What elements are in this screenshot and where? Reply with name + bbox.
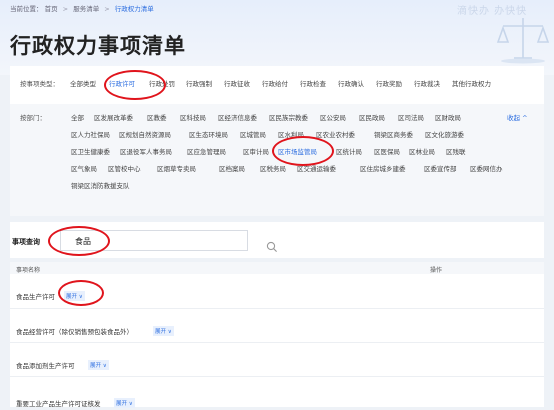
dept-option[interactable]: 区科技局 <box>180 112 206 122</box>
dept-option[interactable]: 区应急管理局 <box>187 146 226 156</box>
type-option-enforcement[interactable]: 行政强制 <box>186 78 212 88</box>
dept-filter-row: 按部门： 全部 区发展改革委 区教委 区科技局 区经济信息委 区民族宗教委 区公… <box>10 104 544 216</box>
dept-option[interactable]: 区规划自然资源局 <box>119 129 171 139</box>
search-icon[interactable] <box>266 241 278 253</box>
dept-option[interactable]: 全部 <box>71 112 84 122</box>
dept-option[interactable]: 区林业局 <box>409 146 435 156</box>
search-input-value: 食品 <box>75 237 91 246</box>
collapse-toggle[interactable]: 收起 ^ <box>507 112 528 122</box>
type-filter-label: 按事项类型： <box>20 80 59 88</box>
dept-option[interactable]: 区民族宗教委 <box>269 112 308 122</box>
table-row: 重要工业产品生产许可证核发 展开 ∨ <box>10 376 544 410</box>
dept-option[interactable]: 区住房城乡建委 <box>360 163 406 173</box>
type-option-payment[interactable]: 行政给付 <box>262 78 288 88</box>
dept-option[interactable]: 区医保局 <box>374 146 400 156</box>
type-option-penalty[interactable]: 行政处罚 <box>149 78 175 88</box>
dept-option[interactable]: 区公安局 <box>320 112 346 122</box>
item-name[interactable]: 食品添加剂生产许可 <box>16 360 75 370</box>
dept-option[interactable]: 区司法局 <box>398 112 424 122</box>
dept-filter-label: 按部门： <box>20 114 46 122</box>
dept-option[interactable]: 区人力社保局 <box>71 129 110 139</box>
table-row: 食品生产许可 展开 ∨ <box>10 274 544 309</box>
type-option-levy[interactable]: 行政征收 <box>224 78 250 88</box>
dept-option[interactable]: 区卫生健康委 <box>71 146 110 156</box>
page-title: 行政权力事项清单 <box>10 34 186 58</box>
expand-button[interactable]: 展开 ∨ <box>153 326 174 336</box>
dept-option[interactable]: 区审计局 <box>243 146 269 156</box>
breadcrumb-separator: > <box>104 5 110 13</box>
dept-option[interactable]: 区农业农村委 <box>316 129 355 139</box>
type-option-inspection[interactable]: 行政检查 <box>300 78 326 88</box>
dept-option-market-regulation[interactable]: 区市场监管局 <box>278 146 317 156</box>
dept-option[interactable]: 铜梁区消防救援支队 <box>71 180 130 190</box>
dept-option[interactable]: 区民政局 <box>359 112 385 122</box>
dept-option[interactable]: 区退役军人事务局 <box>120 146 172 156</box>
item-name[interactable]: 食品生产许可 <box>16 291 55 301</box>
column-header-name: 事项名称 <box>16 267 41 274</box>
search-input[interactable]: 食品 <box>60 230 277 252</box>
dept-option[interactable]: 区烟草专卖局 <box>157 163 196 173</box>
type-option-confirmation[interactable]: 行政确认 <box>338 78 364 88</box>
dept-option[interactable]: 区生态环境局 <box>189 129 228 139</box>
type-option-all[interactable]: 全部类型 <box>70 78 96 88</box>
column-header-action: 操作 <box>430 267 443 274</box>
type-option-reward[interactable]: 行政奖励 <box>376 78 402 88</box>
breadcrumb-service[interactable]: 服务清单 <box>73 5 99 13</box>
dept-option[interactable]: 区文化旅游委 <box>425 129 464 139</box>
dept-option[interactable]: 区交通运输委 <box>297 163 336 173</box>
dept-option[interactable]: 区水利局 <box>278 129 304 139</box>
dept-option[interactable]: 区经济信息委 <box>218 112 257 122</box>
dept-option[interactable]: 区气象局 <box>71 163 97 173</box>
expand-button[interactable]: 展开 ∨ <box>88 360 109 370</box>
dept-option[interactable]: 区统计局 <box>336 146 362 156</box>
dept-option[interactable]: 区财政局 <box>435 112 461 122</box>
dept-option[interactable]: 区教委 <box>147 112 167 122</box>
table-row: 食品添加剂生产许可 展开 ∨ <box>10 342 544 377</box>
search-bar: 事项查询 食品 <box>10 222 544 258</box>
table-header: 事项名称 操作 <box>10 262 544 274</box>
dept-option[interactable]: 区委宣传部 <box>424 163 457 173</box>
dept-option[interactable]: 区税务局 <box>260 163 286 173</box>
breadcrumb-separator: > <box>62 5 69 13</box>
breadcrumb: 当前位置： 首页 > 服务清单 > 行政权力清单 <box>10 3 154 13</box>
type-option-other[interactable]: 其他行政权力 <box>452 78 491 88</box>
dept-option[interactable]: 铜梁区商务委 <box>374 129 413 139</box>
dept-option[interactable]: 区委网信办 <box>470 163 503 173</box>
expand-button[interactable]: 展开 ∨ <box>64 291 85 301</box>
page-header: 当前位置： 首页 > 服务清单 > 行政权力清单 滴快办 办快快 行政权力事项清… <box>0 0 554 75</box>
dept-option[interactable]: 区残联 <box>446 146 466 156</box>
filter-panel: 按事项类型： 全部类型 行政许可 行政处罚 行政强制 行政征收 行政给付 行政检… <box>10 66 544 216</box>
type-option-license[interactable]: 行政许可 <box>109 78 135 88</box>
dept-option[interactable]: 区档案局 <box>219 163 245 173</box>
type-option-ruling[interactable]: 行政裁决 <box>414 78 440 88</box>
breadcrumb-current: 行政权力清单 <box>114 5 154 13</box>
scale-of-justice-icon <box>496 18 550 64</box>
breadcrumb-home[interactable]: 首页 <box>45 5 58 13</box>
table-row: 食品经营许可（除仅销售预包装食品外） 展开 ∨ <box>10 308 544 343</box>
item-name[interactable]: 食品经营许可（除仅销售预包装食品外） <box>16 326 133 336</box>
search-label: 事项查询 <box>12 238 40 246</box>
type-filter-row: 按事项类型： 全部类型 行政许可 行政处罚 行政强制 行政征收 行政给付 行政检… <box>10 66 544 96</box>
dept-option[interactable]: 区城管局 <box>240 129 266 139</box>
results-table: 事项名称 操作 食品生产许可 展开 ∨ 食品经营许可（除仅销售预包装食品外） 展… <box>10 262 544 410</box>
dept-option[interactable]: 区管校中心 <box>108 163 141 173</box>
breadcrumb-prefix: 当前位置： <box>10 5 43 13</box>
dept-option[interactable]: 区发展改革委 <box>94 112 133 122</box>
